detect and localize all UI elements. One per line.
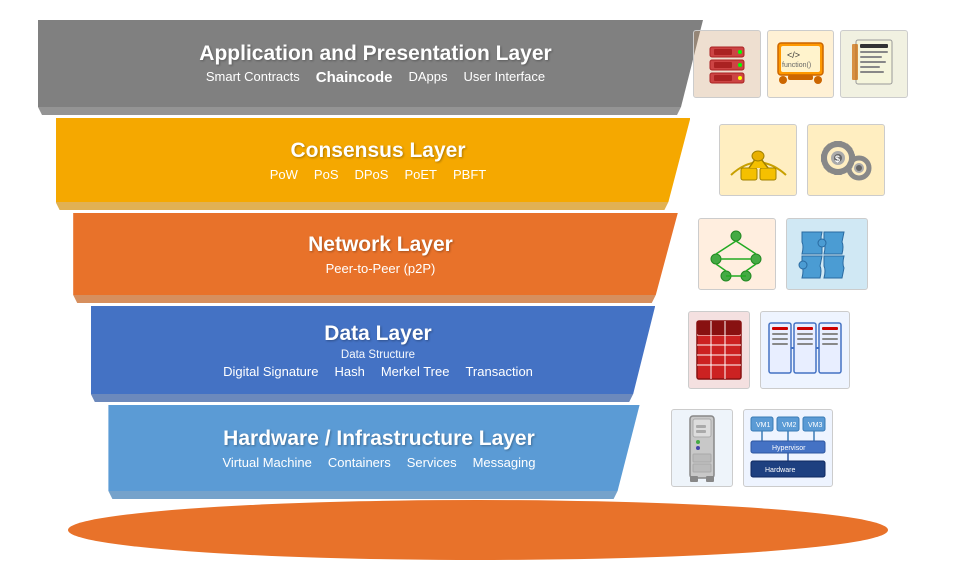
consensus-icons: $ xyxy=(680,118,900,202)
hardware-kw-4: Messaging xyxy=(473,455,536,470)
app-kw-3: DApps xyxy=(408,69,447,86)
network-icon-2 xyxy=(786,218,868,290)
hardware-title: Hardware / Infrastructure Layer xyxy=(138,426,619,451)
hardware-front: Hardware / Infrastructure Layer Virtual … xyxy=(108,405,639,491)
app-bottom-face xyxy=(38,107,703,115)
hardware-icon-2: VM1 VM2 VM3 Hypervisor xyxy=(743,409,833,487)
svg-text:VM3: VM3 xyxy=(808,422,823,429)
svg-text:$: $ xyxy=(835,154,840,164)
hardware-icons: VM1 VM2 VM3 Hypervisor xyxy=(630,405,848,491)
app-icon-1 xyxy=(693,30,761,98)
svg-text:Hardware: Hardware xyxy=(765,467,795,474)
layer-data: Data Layer Data Structure Digital Signat… xyxy=(91,306,865,402)
app-kw-1: Smart Contracts xyxy=(206,69,300,86)
network-bottom xyxy=(73,295,678,303)
hardware-keywords: Virtual Machine Containers Services Mess… xyxy=(138,455,619,470)
data-front: Data Layer Data Structure Digital Signat… xyxy=(91,306,655,394)
layer-app: Application and Presentation Layer Smart… xyxy=(38,20,918,115)
network-keywords: Peer-to-Peer (p2P) xyxy=(103,261,658,276)
data-subtitle: Data Structure xyxy=(121,349,635,361)
hardware-kw-3: Services xyxy=(407,455,457,470)
app-keywords: Smart Contracts Chaincode DApps User Int… xyxy=(68,69,683,86)
data-kw-3: Merkel Tree xyxy=(381,364,450,379)
data-kw-1: Digital Signature xyxy=(223,364,318,379)
data-title: Data Layer xyxy=(121,321,635,346)
svg-text:VM2: VM2 xyxy=(782,422,797,429)
network-front: Network Layer Peer-to-Peer (p2P) xyxy=(73,213,678,295)
svg-text:VM1: VM1 xyxy=(756,422,771,429)
data-kw-2: Hash xyxy=(334,364,364,379)
diagram-container: Application and Presentation Layer Smart… xyxy=(18,10,938,570)
app-icon-3 xyxy=(840,30,908,98)
consensus-kw-5: PBFT xyxy=(453,167,486,182)
base-ellipse xyxy=(68,500,888,560)
consensus-icon-1 xyxy=(719,124,797,196)
svg-text:Hypervisor: Hypervisor xyxy=(772,445,806,452)
hardware-kw-1: Virtual Machine xyxy=(222,455,311,470)
app-icon-2: </> function() xyxy=(767,30,835,98)
hardware-bottom xyxy=(108,491,639,499)
data-icon-1 xyxy=(688,311,750,389)
app-icons: </> function() xyxy=(693,20,918,107)
consensus-kw-3: DPoS xyxy=(355,167,389,182)
consensus-icon-2: $ xyxy=(807,124,885,196)
network-kw-1: Peer-to-Peer (p2P) xyxy=(326,261,436,276)
data-icons xyxy=(645,306,865,394)
svg-text:function(): function() xyxy=(782,62,811,69)
consensus-keywords: PoW PoS DPoS PoET PBFT xyxy=(86,167,671,182)
consensus-kw-2: PoS xyxy=(314,167,339,182)
data-icon-2 xyxy=(760,311,850,389)
layer-consensus: Consensus Layer PoW PoS DPoS PoET PBFT xyxy=(56,118,901,210)
app-title: Application and Presentation Layer xyxy=(68,41,683,66)
data-kw-4: Transaction xyxy=(465,364,532,379)
hardware-kw-2: Containers xyxy=(328,455,391,470)
consensus-front: Consensus Layer PoW PoS DPoS PoET PBFT xyxy=(56,118,691,202)
consensus-kw-1: PoW xyxy=(270,167,298,182)
app-kw-4: User Interface xyxy=(463,69,545,86)
app-front: Application and Presentation Layer Smart… xyxy=(38,20,703,107)
data-bottom xyxy=(91,394,655,402)
consensus-bottom xyxy=(56,202,691,210)
app-kw-2: Chaincode xyxy=(316,69,393,86)
network-title: Network Layer xyxy=(103,232,658,257)
consensus-kw-4: PoET xyxy=(404,167,437,182)
layer-network: Network Layer Peer-to-Peer (p2P) xyxy=(73,213,883,303)
hardware-icon-1 xyxy=(671,409,733,487)
layer-hardware: Hardware / Infrastructure Layer Virtual … xyxy=(108,405,847,499)
network-icon-1 xyxy=(698,218,776,290)
consensus-title: Consensus Layer xyxy=(86,138,671,163)
network-icons xyxy=(668,213,883,295)
svg-text:</>: </> xyxy=(787,50,800,60)
data-keywords: Digital Signature Hash Merkel Tree Trans… xyxy=(121,364,635,379)
